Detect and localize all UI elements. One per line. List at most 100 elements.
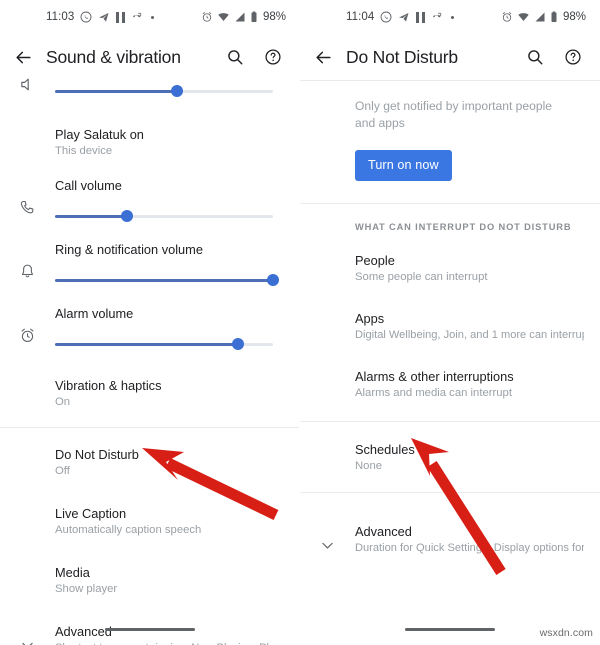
list-item-do-not-disturb[interactable]: Do Not Disturb Off (0, 446, 300, 479)
media-volume-icon (21, 78, 29, 91)
list-item-people[interactable]: People Some people can interrupt (300, 252, 600, 285)
whatsapp-icon (80, 11, 92, 23)
missed-call-icon (133, 12, 142, 18)
alarm-volume-slider[interactable] (55, 335, 273, 353)
search-button-left[interactable] (220, 42, 250, 72)
call-volume-slider[interactable] (55, 207, 273, 225)
missed-call-icon (433, 12, 442, 18)
dot-icon (451, 15, 455, 19)
list-item-media[interactable]: Media Show player (0, 564, 300, 597)
list-item-play-salatuk[interactable]: Play Salatuk on This device (0, 126, 300, 159)
dnd-description: Only get notified by important people an… (355, 99, 552, 130)
status-bar-left-icons: 11:03 (46, 11, 155, 23)
battery-icon (251, 11, 257, 22)
list-item-advanced-right[interactable]: Advanced Duration for Quick Settings, Di… (300, 523, 600, 556)
status-bar-right-left-icons: 11:04 (346, 11, 455, 23)
advanced-left-gutter[interactable] (0, 623, 55, 645)
list-item-schedules[interactable]: Schedules None (300, 441, 600, 474)
ring-volume-thumb[interactable] (267, 274, 279, 287)
app-bar-actions-right (520, 42, 600, 72)
play-salatuk-title: Play Salatuk on (55, 127, 144, 142)
alarm-volume-main: Alarm volume (55, 305, 284, 353)
wifi-icon (518, 13, 529, 21)
apps-main: Apps Digital Wellbeing, Join, and 1 more… (355, 310, 584, 343)
media-volume-gutter (0, 78, 55, 93)
advanced-right-gutter[interactable] (300, 523, 355, 554)
schedules-subtitle: None (355, 460, 383, 472)
apps-gutter (300, 310, 355, 316)
media-volume-thumb[interactable] (171, 85, 184, 98)
back-button-right[interactable] (300, 48, 346, 67)
call-volume-title: Call volume (55, 178, 122, 193)
battery-percent-right: 98% (562, 11, 586, 23)
alarms-subtitle: Alarms and media can interrupt (355, 387, 512, 399)
wifi-icon (218, 13, 229, 21)
turn-on-now-button[interactable]: Turn on now (355, 150, 452, 181)
battery-percent: 98% (262, 11, 286, 23)
nav-gesture-handle-left[interactable] (105, 628, 195, 631)
chevron-down-icon[interactable] (319, 537, 336, 554)
apps-title: Apps (355, 311, 385, 326)
dnd-gutter (0, 446, 55, 452)
advanced-left-subtitle: Shortcut to prevent ringing, Now Playing… (55, 640, 284, 645)
apps-subtitle: Digital Wellbeing, Join, and 1 more can … (355, 329, 584, 341)
media-volume-fill (55, 90, 178, 93)
list-item-alarm-volume[interactable]: Alarm volume (0, 305, 300, 353)
help-button-left[interactable] (258, 42, 288, 72)
list-item-alarms-interruptions[interactable]: Alarms & other interruptions Alarms and … (300, 368, 600, 401)
back-arrow-icon (15, 51, 31, 63)
search-icon (528, 50, 543, 65)
app-bar-actions-left (220, 42, 300, 72)
list-item-advanced-left[interactable]: Advanced Shortcut to prevent ringing, No… (0, 623, 300, 645)
status-bar-clock: 11:03 (46, 11, 75, 23)
search-icon (228, 50, 243, 65)
alarms-gutter (300, 368, 355, 374)
alarm-volume-thumb[interactable] (232, 338, 245, 351)
back-arrow-icon (315, 51, 331, 63)
list-item-media-volume[interactable] (0, 78, 300, 100)
live-caption-gutter (0, 505, 55, 511)
dnd-subtitle: Off (55, 465, 70, 477)
phone-screen-sound-vibration: 11:03 98% Sound & vibration Play Salatuk… (0, 0, 300, 645)
list-item-call-volume[interactable]: Call volume (0, 177, 300, 225)
vibration-title: Vibration & haptics (55, 378, 162, 393)
ring-volume-slider[interactable] (55, 271, 279, 289)
call-volume-thumb[interactable] (120, 210, 133, 223)
dot-icon (151, 15, 155, 19)
vibration-main: Vibration & haptics On (55, 377, 284, 410)
app-bar-right: Do Not Disturb (300, 34, 600, 80)
status-bar-right: 11:04 98% (300, 0, 600, 34)
help-icon (265, 49, 281, 65)
list-item-apps[interactable]: Apps Digital Wellbeing, Join, and 1 more… (300, 310, 600, 343)
list-item-live-caption[interactable]: Live Caption Automatically caption speec… (0, 505, 300, 538)
media-subtitle: Show player (55, 583, 118, 595)
back-button-left[interactable] (0, 48, 46, 67)
help-button-right[interactable] (558, 42, 588, 72)
schedules-gutter (300, 441, 355, 447)
status-bar-right-right-icons: 98% (501, 0, 586, 34)
pause-icon (116, 11, 126, 23)
nav-gesture-handle-right[interactable] (405, 628, 495, 631)
settings-list-left: Play Salatuk on This device Call volume (0, 78, 300, 645)
media-volume-slider[interactable] (55, 82, 273, 100)
page-title-right: Do Not Disturb (346, 46, 458, 67)
media-main: Media Show player (55, 564, 284, 597)
play-salatuk-subtitle: This device (55, 145, 113, 157)
telegram-icon (399, 13, 409, 22)
status-bar-right-icons: 98% (201, 0, 286, 34)
status-bar-clock-right: 11:04 (346, 11, 375, 23)
search-button-right[interactable] (520, 42, 550, 72)
vibration-subtitle: On (55, 396, 71, 408)
list-item-vibration-haptics[interactable]: Vibration & haptics On (0, 377, 300, 410)
turn-on-button-wrap: Turn on now (300, 150, 600, 181)
call-volume-gutter (0, 177, 55, 216)
chevron-down-icon[interactable] (19, 637, 36, 645)
advanced-right-main: Advanced Duration for Quick Settings, Di… (355, 523, 584, 556)
people-title: People (355, 253, 395, 268)
media-volume-slider-wrap (55, 82, 284, 100)
bell-icon (22, 264, 33, 278)
page-title-left: Sound & vibration (46, 46, 181, 67)
alarms-main: Alarms & other interruptions Alarms and … (355, 368, 584, 401)
alarm-volume-gutter (0, 305, 55, 344)
list-item-ring-volume[interactable]: Ring & notification volume (0, 241, 300, 289)
